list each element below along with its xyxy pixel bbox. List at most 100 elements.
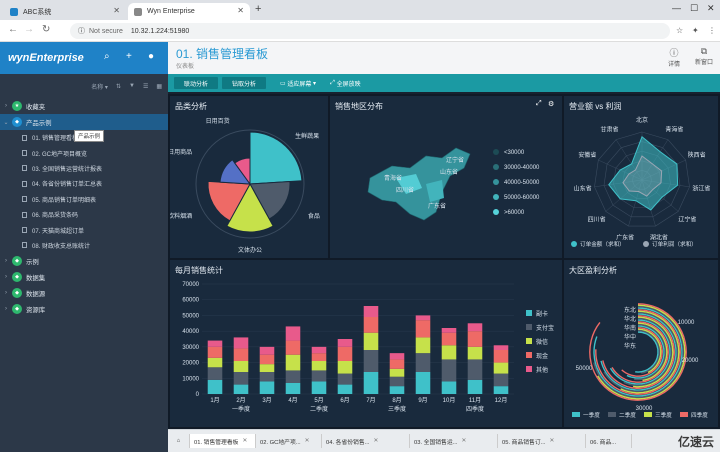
- bar-panel[interactable]: 每月销售统计 0 10000 20000 30000 40000 50000 60000 70…: [170, 260, 562, 427]
- radar-axis-label: 安徽省: [578, 151, 596, 159]
- report-icon: [22, 165, 27, 172]
- fit-screen-button[interactable]: ▭ 适应屏幕 ▾: [280, 79, 316, 88]
- tab-title: ABC系统: [23, 8, 52, 16]
- list-item[interactable]: 01. 销售管理看板 产品示例: [0, 130, 168, 145]
- sidebar-item-datasources[interactable]: › ◆ 数据源: [0, 285, 168, 301]
- linkage-analysis-button[interactable]: 联动分析: [174, 77, 219, 89]
- legend-swatch: [526, 310, 532, 316]
- bar-segment: [467, 331, 483, 347]
- close-icon[interactable]: ✕: [237, 6, 244, 15]
- detail-button[interactable]: ⓘ 详情: [662, 46, 686, 68]
- external-link-icon: ⧉: [700, 46, 708, 56]
- legend-label: 微信: [536, 338, 548, 346]
- chevron-down-icon: ⌄: [3, 119, 9, 126]
- tab-dashboard-02[interactable]: 02. GC地产项... ✕: [256, 434, 322, 448]
- expand-icon[interactable]: ⤢: [536, 100, 542, 108]
- bar-segment: [311, 346, 327, 354]
- legend-swatch: [644, 412, 652, 417]
- radar-panel[interactable]: 营业额 vs 利润 北京 青海省 陕西省 浙江省 辽宁省 湖北省 广东省 四川省 山东省 安徽省 甘…: [564, 96, 718, 258]
- sidebar-item-product-examples[interactable]: ⌄ ◆ 产品示例: [0, 114, 168, 130]
- resource-tree: › ★ 收藏夹 ⌄ ◆ 产品示例 01. 销售管理看板 产品示例 02. GC地…: [0, 98, 168, 317]
- drill-analysis-button[interactable]: 钻取分析: [222, 77, 267, 89]
- y-tick-label: 20000: [182, 361, 199, 367]
- pie-label: 食品: [308, 212, 320, 220]
- bar-segment: [337, 339, 353, 347]
- chevron-right-icon: ›: [5, 258, 7, 265]
- sidebar-item-category[interactable]: › ◆ 示例: [0, 253, 168, 269]
- x-group-label: 二季度: [310, 405, 328, 413]
- x-tick-label: 12月: [495, 397, 508, 404]
- pie-slice: [249, 131, 303, 185]
- filter-icon[interactable]: ▼: [129, 83, 135, 89]
- sidebar-item-resources[interactable]: › ◆ 资源库: [0, 301, 168, 317]
- close-icon[interactable]: ✕: [113, 6, 120, 15]
- reload-icon[interactable]: ↻: [42, 24, 50, 35]
- x-tick-label: 7月: [366, 397, 375, 404]
- list-item[interactable]: 06. 商品采货条码: [0, 207, 168, 222]
- tab-report-04[interactable]: 04. 各省份销售... ✕: [322, 434, 410, 448]
- list-item[interactable]: 04. 各省份销售订单汇总表: [0, 176, 168, 191]
- extension-icon[interactable]: ✦: [692, 26, 699, 35]
- polar-panel[interactable]: 大区盈利分析 东北 华北 华南 华中 华东 10000 20000 30000 50000 一季度…: [564, 260, 718, 427]
- new-window-button[interactable]: ⧉ 新窗口: [692, 46, 716, 66]
- bar-segment: [467, 346, 483, 360]
- tab-report-05[interactable]: 05. 商品销售订... ✕: [498, 434, 586, 448]
- browser-tab-wyn[interactable]: Wyn Enterprise ✕: [128, 3, 250, 20]
- star-icon[interactable]: ☆: [676, 26, 683, 35]
- new-tab-button[interactable]: +: [255, 3, 261, 15]
- minimize-icon[interactable]: —: [672, 3, 681, 13]
- grid-view-icon[interactable]: ▦: [156, 83, 162, 90]
- bar-segment: [415, 337, 431, 354]
- close-icon[interactable]: ✕: [374, 438, 379, 444]
- list-item[interactable]: 05. 商品销售订单明细表: [0, 192, 168, 207]
- sort-select[interactable]: 名称 ▾: [91, 82, 108, 91]
- home-icon[interactable]: ⌂: [168, 434, 190, 448]
- tab-dashboard-01[interactable]: 01. 销售管理看板 ✕: [190, 434, 256, 448]
- user-icon[interactable]: ●: [148, 51, 154, 62]
- bottom-tabbar: ⌂ 01. 销售管理看板 ✕ 02. GC地产项... ✕ 04. 各省份销售...…: [168, 429, 720, 452]
- close-icon[interactable]: ✕: [305, 438, 310, 444]
- add-icon[interactable]: +: [126, 51, 132, 62]
- sidebar-item-favorites[interactable]: › ★ 收藏夹: [0, 98, 168, 114]
- x-tick-label: 6月: [340, 397, 349, 404]
- maximize-icon[interactable]: ☐: [690, 3, 698, 14]
- app: wynEnterprise ⌕ + ● 名称 ▾ ⇅ ▼ ☰ ▦ › ★ 收藏夹…: [0, 42, 720, 452]
- list-item[interactable]: 08. 财政收支总账统计: [0, 238, 168, 253]
- map-panel[interactable]: 销售地区分布 ⤢ ⚙ 青海省 四川省 山东省 辽宁省 广东省 <30000 30000-40…: [330, 96, 562, 258]
- legend-swatch: [526, 338, 532, 344]
- forward-icon[interactable]: →: [24, 24, 34, 35]
- list-item[interactable]: 02. GC地产项目概览: [0, 145, 168, 160]
- bar-segment: [389, 368, 405, 377]
- bar-segment: [493, 373, 509, 387]
- tab-report-06[interactable]: 06. 商品...: [586, 434, 632, 448]
- tab-report-03[interactable]: 03. 全国销售运... ✕: [410, 434, 498, 448]
- back-icon[interactable]: ←: [8, 24, 18, 35]
- list-view-icon[interactable]: ☰: [143, 83, 148, 90]
- search-icon[interactable]: ⌕: [104, 51, 110, 62]
- legend-label: >60000: [504, 210, 525, 216]
- bar-segment: [337, 346, 353, 361]
- window-close-icon[interactable]: ✕: [707, 3, 715, 14]
- settings-icon[interactable]: ⚙: [548, 100, 554, 108]
- map-province-label: 广东省: [428, 202, 446, 210]
- browser-tab-abc[interactable]: ABC系统 ✕: [4, 3, 126, 20]
- list-item[interactable]: 07. 天猫商城超订单: [0, 222, 168, 237]
- sidebar-item-datasets[interactable]: › ◆ 数据集: [0, 269, 168, 285]
- dashboard-toolbar: 联动分析 钻取分析 ▭ 适应屏幕 ▾ ⤢ 全屏放映: [168, 74, 720, 92]
- close-icon[interactable]: ✕: [462, 438, 467, 444]
- pie-panel[interactable]: 品类分析 生鲜蔬果 食品 文体办公 饮料烟酒 日用商品 日用百货: [168, 96, 328, 258]
- fit-screen-icon: ▭: [280, 80, 286, 87]
- radar-axis-label: 湖北省: [650, 234, 668, 242]
- menu-icon[interactable]: ⋮: [708, 26, 716, 35]
- list-item[interactable]: 03. 全国销售运营统计报表: [0, 161, 168, 176]
- tab-label: 03. 全国销售运...: [414, 439, 458, 446]
- bar-segment: [207, 357, 223, 368]
- bar-segment: [467, 379, 483, 394]
- bar-segment: [363, 332, 379, 350]
- fullscreen-button[interactable]: ⤢ 全屏放映: [330, 79, 361, 88]
- close-icon[interactable]: ✕: [242, 438, 247, 444]
- address-input[interactable]: ⓘ Not secure 10.32.1.224:51980: [70, 23, 670, 39]
- close-icon[interactable]: ✕: [550, 438, 555, 444]
- new-window-label: 新窗口: [694, 60, 713, 66]
- sort-icon[interactable]: ⇅: [116, 83, 121, 90]
